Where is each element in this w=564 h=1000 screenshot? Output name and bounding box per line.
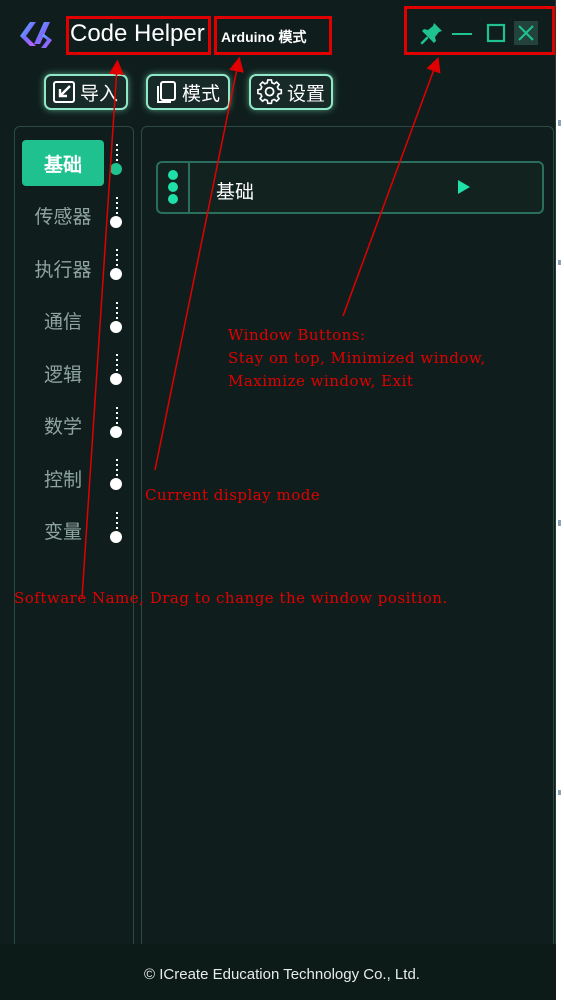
- settings-label: 设置: [287, 82, 326, 105]
- sidebar-category-item[interactable]: 传感器: [22, 193, 104, 239]
- category-connector: [114, 144, 120, 164]
- category-marker[interactable]: [110, 268, 122, 280]
- import-icon: [53, 81, 75, 103]
- sidebar-category-item[interactable]: 变量: [22, 508, 104, 554]
- category-connector: [114, 459, 120, 479]
- display-mode-annotation: Current display mode: [145, 486, 321, 504]
- mode-label: 模式: [182, 82, 221, 105]
- mode-button[interactable]: 模式: [146, 74, 230, 110]
- window-buttons-annotation: Window Buttons: Stay on top, Minimized w…: [228, 326, 486, 390]
- app-logo-icon: [20, 22, 52, 48]
- category-marker[interactable]: [110, 163, 122, 175]
- category-connector: [114, 354, 120, 374]
- mode-highlight: [214, 16, 332, 55]
- category-marker[interactable]: [110, 215, 122, 228]
- sidebar-category-item[interactable]: 控制: [22, 455, 104, 501]
- block-group-row[interactable]: 基础: [156, 161, 544, 214]
- drag-handle-icon[interactable]: [158, 163, 190, 212]
- category-marker[interactable]: [110, 478, 122, 490]
- category-marker[interactable]: [110, 425, 122, 438]
- window-buttons-highlight: [404, 6, 555, 55]
- category-marker[interactable]: [110, 373, 122, 385]
- play-icon[interactable]: [458, 180, 470, 194]
- sidebar-category-item[interactable]: 执行器: [22, 245, 104, 291]
- category-connector: [114, 196, 120, 217]
- software-name-annotation: Software Name, Drag to change the window…: [14, 589, 448, 607]
- copyright-text: © ICreate Education Technology Co., Ltd.: [144, 966, 420, 983]
- sidebar-category-item[interactable]: 数学: [22, 403, 104, 449]
- window-edge: [556, 0, 564, 1000]
- category-marker[interactable]: [110, 320, 122, 333]
- import-button[interactable]: 导入: [44, 74, 128, 110]
- category-marker[interactable]: [110, 530, 122, 543]
- blocks-panel: [141, 126, 554, 944]
- block-group-title: 基础: [216, 181, 255, 203]
- settings-button[interactable]: 设置: [249, 74, 333, 110]
- category-connector: [114, 249, 120, 269]
- sidebar-category-item[interactable]: 通信: [22, 298, 104, 344]
- category-connector: [114, 406, 120, 427]
- sidebar-category-item[interactable]: 逻辑: [22, 350, 104, 396]
- app-name-highlight: [66, 16, 211, 55]
- sidebar-category-item[interactable]: 基础: [22, 140, 104, 186]
- category-connector: [114, 301, 120, 322]
- import-label: 导入: [80, 82, 119, 105]
- category-connector: [114, 511, 120, 532]
- gear-icon: [257, 79, 283, 105]
- mode-icon: [157, 81, 176, 103]
